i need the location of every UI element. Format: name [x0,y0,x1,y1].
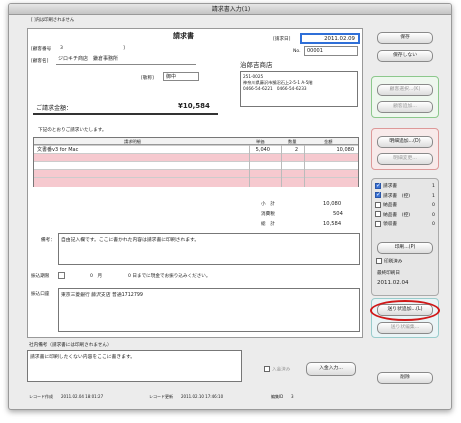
table-divider [304,145,305,187]
print-item-label: 請求書 [383,184,398,189]
amount-label: ご請求金額： [36,105,73,112]
checkbox-icon[interactable] [375,190,381,200]
header-qty: 数量 [288,139,297,144]
checkbox-icon[interactable] [375,181,381,190]
invoice-no-label: No. [293,49,301,54]
subtotal-label: 小 計 [261,202,275,207]
customer-no-label: [顧客番号 [31,47,52,52]
invoice-no-field[interactable]: 00001 [304,46,358,56]
print-item-delivery[interactable]: 納品書 0 [375,201,437,211]
printed-label: 印刷済み [384,259,403,265]
print-item-receipt[interactable]: 領収書 0 [375,220,437,230]
invoice-window: 請求書入力(1) [ ]内は印刷されません 請求書 [顧客番号 3 ] [顧客名… [8,3,452,410]
checkbox-icon[interactable] [375,220,381,227]
deposit-button[interactable]: 入金入力... [306,362,356,376]
edit-id-value: 3 [291,394,294,399]
memo-label: 備考： [41,238,55,243]
print-button[interactable]: 印刷...(P) [377,242,433,254]
print-item-delivery-copy[interactable]: 納品書 (控) 0 [375,211,437,221]
add-customer-button[interactable]: 顧客追加... [377,101,433,113]
created-label: レコード作成 [29,394,53,399]
tax-label: 消費税 [261,212,275,217]
items-table: 請求明細 単価 数量 金額 文書番v3 for Mac 5,040 2 10,0… [33,137,359,187]
printed-checkbox [376,258,382,264]
print-item-count: 1 [432,184,435,189]
intro-text: 下記のとおりご請求いたします。 [38,128,107,133]
honorific-field[interactable]: 御中 [163,72,199,81]
received-checkbox-row[interactable]: 入金済み [264,366,290,373]
table-header-row: 請求明細 単価 数量 金額 [34,138,358,145]
not-printed-note: [ ]内は印刷されません [31,18,75,23]
address-line: 0466-54-6221 0466-54-6233 [243,86,307,91]
bank-field[interactable]: 東京三菱銀行 藤沢支店 普通1712799 [58,288,360,332]
checkbox-icon[interactable] [375,211,381,217]
total-value: 10,584 [323,221,342,227]
print-item-invoice-copy[interactable]: 請求書 (控) 1 [375,190,437,202]
subtotal-value: 10,080 [323,201,342,207]
print-item-label: 領収書 [383,222,398,227]
print-item-label: 納品書 [383,203,398,208]
customer-no-close: ] [123,46,125,51]
amount-underline [33,113,218,115]
due-label: 振込期限 [31,274,50,279]
received-label: 入金済み [272,367,291,373]
amount-value: ¥10,584 [178,102,210,110]
print-item-count: 0 [432,203,435,208]
table-row[interactable] [34,169,358,177]
table-row[interactable] [34,161,358,169]
highlight-ellipse [370,300,440,321]
due-day-text[interactable]: 0 日までに現金でお振り込みください。 [128,273,210,279]
print-item-label: 納品書 (控) [383,212,411,218]
print-item-count: 0 [432,222,435,227]
internal-memo-field[interactable]: 請求書に印刷したくない内容をここに書きます。 [27,350,242,382]
customer-no-value[interactable]: 3 [60,46,63,51]
print-item-count: 1 [432,193,435,199]
change-item-button[interactable]: 明細変更... [377,153,433,165]
tax-value: 504 [333,211,343,217]
company-name: 治郎吉商店 [240,61,273,69]
due-checkbox[interactable] [58,272,65,279]
received-checkbox[interactable] [264,366,270,372]
invoice-date-field[interactable]: 2011.02.09 [300,33,360,44]
dont-save-button[interactable]: 保存しない [377,50,433,62]
customer-name-field[interactable]: ジロキチ商店 鎌倉事務所 [56,55,196,65]
invoice-paper: 請求書 [顧客番号 3 ] [顧客名] ジロキチ商店 鎌倉事務所 [敬称] 御中… [27,28,363,338]
print-item-label: 請求書 (控) [383,193,411,199]
printed-row: 印刷済み [376,258,402,265]
internal-memo-label: 社内備考（請求書には印刷されません） [29,343,112,348]
table-divider [249,145,250,187]
last-print-value: 2011.02.04 [377,280,409,286]
edit-id-label: 編集ID [271,394,284,399]
select-customer-button[interactable]: 顧客選択...(K) [377,84,433,96]
bank-label: 振込口座 [31,292,50,297]
honorific-label: [敬称] [141,76,154,81]
window-title: 請求書入力(1) [9,4,451,15]
add-item-button[interactable]: 明細追加...(D) [377,136,433,148]
total-label: 総 計 [261,222,275,227]
due-month[interactable]: 0 月 [90,273,102,279]
delete-button[interactable]: 削除 [377,372,433,384]
invoice-title: 請求書 [173,32,194,40]
edit-slip-button[interactable]: 送り状編集... [377,322,433,334]
created-value: 2011.02.04 18:01:27 [61,394,104,399]
table-row[interactable] [34,153,358,161]
company-address-box: 251-0025 神奈川県藤沢市鵠沼石上2-5-1 A-5階 0466-54-6… [240,71,358,107]
table-row[interactable] [34,177,358,187]
table-divider [281,145,282,187]
save-button[interactable]: 保存 [377,32,433,44]
header-item: 請求明細 [124,139,141,144]
header-amount: 金額 [324,139,333,144]
customer-name-label: [顧客名] [31,59,49,64]
table-row[interactable]: 文書番v3 for Mac 5,040 2 10,080 [34,145,358,153]
print-list: 請求書 1 請求書 (控) 1 納品書 0 納品書 (控) 0 領収書 0 [375,181,437,230]
print-item-count: 0 [432,212,435,218]
header-price: 単価 [256,139,265,144]
checkbox-icon[interactable] [375,201,381,208]
updated-value: 2011.02.10 17:46:10 [181,394,224,399]
print-item-invoice[interactable]: 請求書 1 [375,181,437,192]
memo-field[interactable]: 自由記入欄です。ここに書かれた内容は請求書に印刷されます。 [58,233,360,265]
date-label: [請求日] [273,37,291,42]
last-print-label: 最終印刷日 [377,271,400,276]
updated-label: レコード更新 [149,394,173,399]
